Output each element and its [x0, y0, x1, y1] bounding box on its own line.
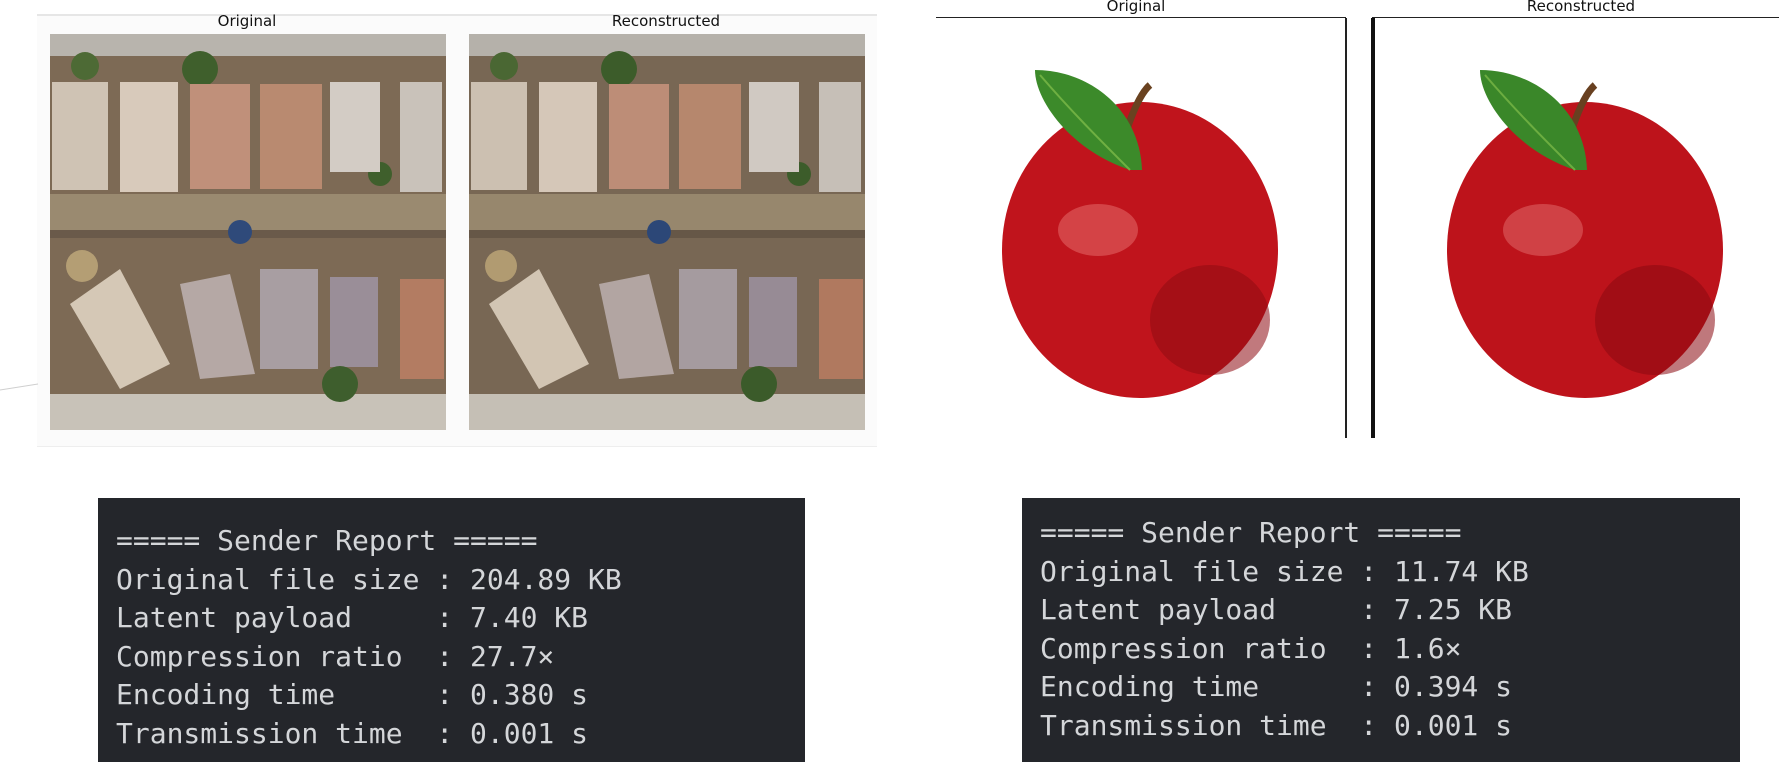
- report-line: Latent payload : 7.25 KB: [1040, 593, 1513, 626]
- report-line: Latent payload : 7.40 KB: [116, 601, 589, 634]
- report-line: Transmission time : 0.001 s: [116, 716, 589, 750]
- stray-line: [0, 383, 39, 391]
- report-line: Compression ratio : 27.7×: [116, 639, 555, 673]
- right-divider-left: [1345, 18, 1347, 438]
- report-line: Compression ratio : 1.6×: [1040, 631, 1462, 665]
- report-line: Encoding time : 0.394 s: [1040, 670, 1513, 703]
- left-original-title: Original: [217, 12, 277, 30]
- sender-report-left: ===== Sender Report ===== Original file …: [98, 498, 805, 762]
- report-line: Encoding time : 0.380 s: [116, 678, 589, 711]
- left-reconstructed-title: Reconstructed: [611, 12, 721, 30]
- sender-report-right: ===== Sender Report ===== Original file …: [1022, 498, 1740, 762]
- right-top-rule-2: [1372, 17, 1779, 18]
- right-top-rule: [936, 17, 1346, 18]
- report-header: ===== Sender Report =====: [116, 524, 538, 557]
- right-reconstructed-title: Reconstructed: [1526, 0, 1636, 15]
- report-line: Original file size : 204.89 KB: [116, 562, 622, 596]
- right-original-title: Original: [1106, 0, 1166, 15]
- report-line: Transmission time : 0.001 s: [1040, 708, 1513, 742]
- apple-original-image: [980, 40, 1320, 410]
- aerial-reconstructed-image: [469, 34, 865, 430]
- right-divider-right: [1371, 18, 1375, 438]
- report-line: Original file size : 11.74 KB: [1040, 554, 1529, 588]
- apple-reconstructed-image: [1425, 40, 1765, 410]
- report-header: ===== Sender Report =====: [1040, 516, 1462, 549]
- aerial-original-image: [50, 34, 446, 430]
